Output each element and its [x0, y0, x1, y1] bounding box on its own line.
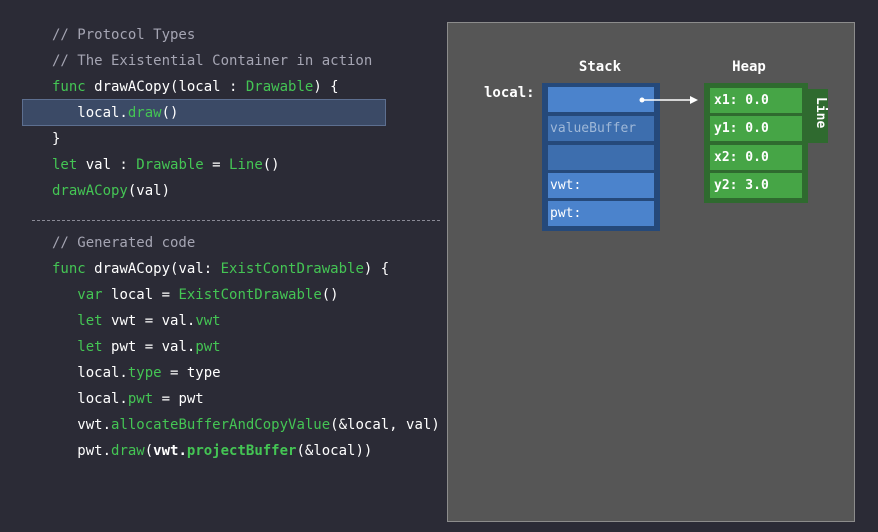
code-token: val :: [85, 157, 137, 173]
heap-cell-y2: y2: 3.0: [710, 173, 802, 198]
code-token: pwt: [127, 391, 154, 407]
code-token: vwt = val.: [111, 313, 196, 329]
stack-cell-value-buffer: valueBuffer: [548, 116, 654, 141]
code-token: ) {: [363, 261, 390, 277]
stack-cell-vwt: vwt:: [548, 173, 654, 198]
code-token: (val): [127, 183, 171, 199]
code-token: vwt.: [52, 417, 112, 433]
heap-cell-x2: x2: 0.0: [710, 145, 802, 170]
code-token: local =: [111, 287, 179, 303]
code-token: type: [127, 365, 162, 381]
code-token: allocateBufferAndCopyValue: [111, 417, 331, 433]
code-token: }: [52, 131, 61, 147]
code-token: vwt.: [153, 443, 187, 459]
code-token: (): [262, 157, 280, 173]
gen-code-line-6: local.type = type: [52, 360, 221, 386]
stack-header: Stack: [578, 59, 622, 75]
section-divider: [32, 220, 440, 221]
code-token: pwt = val.: [111, 339, 196, 355]
code-token: (): [321, 287, 339, 303]
stack-cell-pwt: pwt:: [548, 201, 654, 226]
gen-code-line-8: vwt.allocateBufferAndCopyValue(&local, v…: [52, 412, 440, 438]
heap-cell-x1: x1: 0.0: [710, 88, 802, 113]
code-token: // Generated code: [52, 235, 196, 251]
code-token: local.: [52, 105, 128, 121]
code-token: local.: [52, 391, 128, 407]
code-token: drawACopy(local :: [94, 79, 246, 95]
code-token: func: [52, 261, 95, 277]
code-token: Drawable: [245, 79, 314, 95]
code-token: = type: [161, 365, 221, 381]
code-token: (&local, val): [330, 417, 440, 433]
code-token: Drawable: [136, 157, 204, 173]
code-token: (: [144, 443, 154, 459]
code-token: ) {: [313, 79, 339, 95]
code-token: =: [203, 157, 230, 173]
code-line-6: let val : Drawable = Line(): [52, 152, 280, 178]
gen-code-line-2: func drawACopy(val: ExistContDrawable) {: [52, 256, 389, 282]
code-token: // The Existential Container in action: [52, 53, 373, 69]
code-line-7: drawACopy(val): [52, 178, 170, 204]
gen-code-line-5: let pwt = val.pwt: [52, 334, 221, 360]
code-token: func: [52, 79, 95, 95]
code-token: (&local)): [296, 443, 373, 459]
code-token: Line: [229, 157, 263, 173]
heap-type-label: Line: [813, 97, 828, 129]
gen-code-line-7: local.pwt = pwt: [52, 386, 204, 412]
local-variable-label: local:: [484, 85, 535, 101]
heap-cell-y1: y1: 0.0: [710, 116, 802, 141]
code-token: var: [52, 287, 112, 303]
code-token: (): [161, 105, 179, 121]
code-token: let: [52, 313, 112, 329]
code-token: pwt: [195, 339, 221, 355]
gen-code-line-9: pwt.draw(vwt.projectBuffer(&local)): [52, 438, 372, 464]
code-line-3: func drawACopy(local : Drawable) {: [52, 74, 339, 100]
code-token: drawACopy: [52, 183, 128, 199]
code-token: vwt: [195, 313, 221, 329]
stack-cell-value-buffer-2: [548, 145, 654, 170]
code-line-5: }: [52, 126, 60, 152]
code-token: pwt.: [52, 443, 112, 459]
code-token: // Protocol Types: [52, 27, 196, 43]
code-token: ExistContDrawable: [220, 261, 364, 277]
code-line-4: local.draw(): [52, 100, 178, 126]
code-token: projectBuffer: [186, 443, 297, 459]
gen-code-line-4: let vwt = val.vwt: [52, 308, 221, 334]
code-token: draw: [111, 443, 145, 459]
code-token: let: [52, 339, 112, 355]
code-token: draw: [127, 105, 162, 121]
stack-cell-buffer-pointer: [548, 87, 654, 112]
code-token: = pwt: [153, 391, 204, 407]
code-line-2: // The Existential Container in action: [52, 48, 372, 74]
code-token: drawACopy(val:: [94, 261, 221, 277]
gen-code-line-1: // Generated code: [52, 230, 195, 256]
code-line-1: // Protocol Types: [52, 22, 195, 48]
heap-header: Heap: [732, 59, 766, 75]
code-token: let: [52, 157, 86, 173]
code-token: ExistContDrawable: [178, 287, 322, 303]
gen-code-line-3: var local = ExistContDrawable(): [52, 282, 339, 308]
code-token: local.: [52, 365, 128, 381]
